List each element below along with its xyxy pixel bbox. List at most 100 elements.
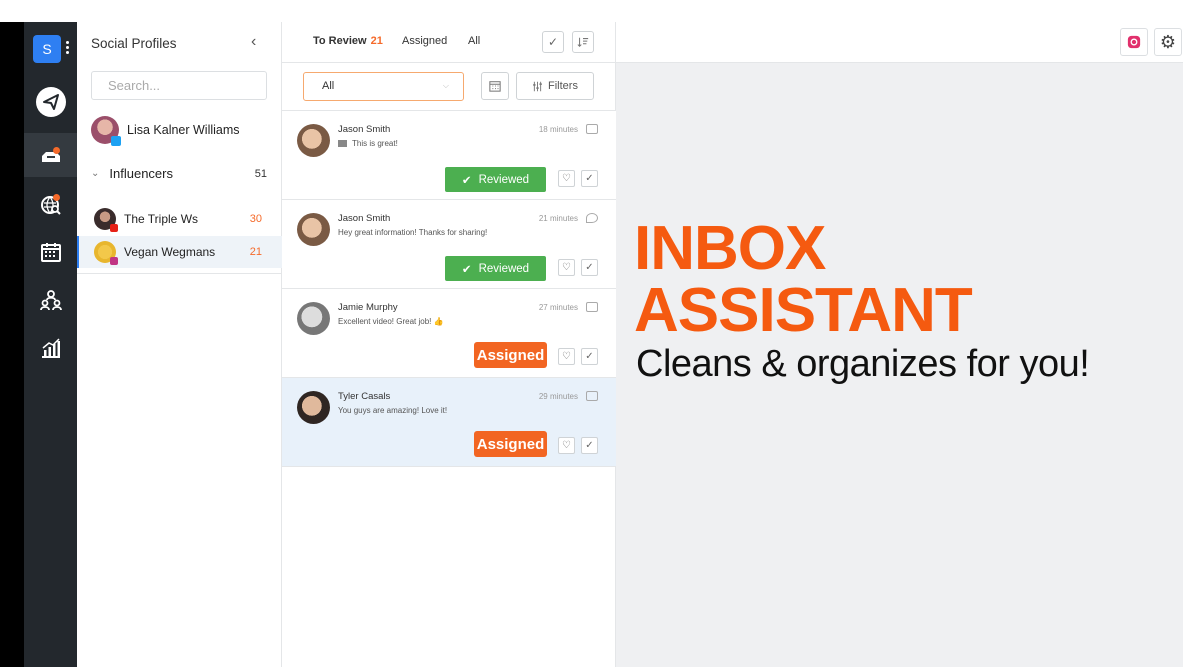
rail-item-inbox[interactable] bbox=[24, 133, 77, 177]
check-icon: ✓ bbox=[585, 173, 594, 184]
rail-item-planner[interactable] bbox=[24, 230, 77, 274]
message-text: This is great! bbox=[338, 139, 398, 148]
collapse-panel-icon[interactable]: ‹ bbox=[251, 33, 256, 51]
message-item[interactable]: Tyler Casals You guys are amazing! Love … bbox=[282, 378, 616, 467]
filters-label: Filters bbox=[548, 80, 578, 92]
top-bar bbox=[0, 0, 1183, 22]
like-button[interactable]: ♡ bbox=[558, 259, 575, 276]
mark-done-button[interactable]: ✓ bbox=[581, 170, 598, 187]
promo-headline-line2: ASSISTANT bbox=[634, 276, 973, 345]
message-body: This is great! bbox=[352, 139, 398, 148]
twitter-icon bbox=[111, 136, 121, 146]
rail-item-publish[interactable] bbox=[24, 80, 77, 124]
profile-the-triple-ws[interactable]: The Triple Ws 30 bbox=[77, 203, 282, 235]
calendar-icon bbox=[40, 243, 61, 262]
reviewed-button[interactable]: ✔ Reviewed bbox=[445, 167, 546, 192]
profile-lisa[interactable]: Lisa Kalner Williams bbox=[77, 114, 282, 146]
inbox-tabs: To Review 21 Assigned All ✓ bbox=[282, 22, 616, 63]
message-author: Jamie Murphy bbox=[338, 302, 398, 313]
assigned-button[interactable]: Assigned bbox=[474, 431, 547, 457]
mark-done-button[interactable]: ✓ bbox=[581, 259, 598, 276]
tab-all[interactable]: All bbox=[468, 35, 480, 47]
message-type-select[interactable]: All ⌵ bbox=[303, 72, 464, 101]
filters-button[interactable]: Filters bbox=[516, 72, 594, 100]
check-icon: ✓ bbox=[585, 351, 594, 362]
mark-done-button[interactable]: ✓ bbox=[581, 437, 598, 454]
select-value: All bbox=[322, 80, 335, 92]
chevron-down-icon: ⌄ bbox=[91, 168, 100, 179]
detail-pane: ⚙ INBOX ASSISTANT Cleans & organizes for… bbox=[616, 22, 1183, 667]
tab-count: 21 bbox=[370, 35, 383, 47]
mark-done-button[interactable]: ✓ bbox=[581, 348, 598, 365]
instagram-icon bbox=[110, 257, 118, 265]
sort-button[interactable] bbox=[572, 31, 594, 53]
message-item[interactable]: Jason Smith This is great! 18 minutes ✔ R… bbox=[282, 111, 616, 200]
status-label: Reviewed bbox=[478, 262, 530, 275]
youtube-icon bbox=[110, 224, 118, 232]
tab-assigned[interactable]: Assigned bbox=[402, 35, 447, 47]
instagram-icon bbox=[1127, 35, 1141, 49]
avatar bbox=[297, 391, 330, 424]
heart-icon: ♡ bbox=[562, 351, 571, 362]
tab-to-review[interactable]: To Review 21 bbox=[313, 35, 383, 47]
avatar bbox=[94, 241, 118, 265]
gear-icon: ⚙ bbox=[1159, 31, 1177, 52]
avatar bbox=[297, 213, 330, 246]
status-label: Reviewed bbox=[478, 173, 530, 186]
check-icon: ✔ bbox=[461, 174, 472, 187]
like-button[interactable]: ♡ bbox=[558, 348, 575, 365]
reviewed-button[interactable]: ✔ Reviewed bbox=[445, 256, 546, 281]
like-button[interactable]: ♡ bbox=[558, 437, 575, 454]
more-menu-icon[interactable] bbox=[66, 41, 69, 55]
message-time: 27 minutes bbox=[538, 303, 578, 312]
message-author: Jason Smith bbox=[338, 213, 391, 224]
message-type-icon bbox=[586, 124, 598, 134]
profile-count: 21 bbox=[249, 246, 262, 258]
check-icon: ✔ bbox=[461, 263, 472, 276]
message-type-icon bbox=[586, 391, 598, 401]
like-button[interactable]: ♡ bbox=[558, 170, 575, 187]
notification-dot bbox=[53, 194, 60, 201]
chevron-down-icon: ⌵ bbox=[442, 81, 449, 90]
avatar bbox=[94, 208, 118, 232]
app-logo[interactable]: S bbox=[33, 35, 61, 63]
settings-button[interactable]: ⚙ bbox=[1154, 28, 1182, 56]
message-item[interactable]: Jason Smith Hey great information! Thank… bbox=[282, 200, 616, 289]
filter-bar: All ⌵ Filters bbox=[282, 63, 616, 111]
comment-icon bbox=[586, 213, 598, 223]
rail-item-assignments[interactable] bbox=[24, 278, 77, 322]
group-name: Influencers bbox=[109, 166, 173, 181]
window-edge bbox=[0, 22, 24, 667]
paper-plane-icon bbox=[35, 87, 66, 117]
heart-icon: ♡ bbox=[562, 262, 571, 273]
notification-dot bbox=[53, 147, 60, 154]
profile-name: The Triple Ws bbox=[124, 212, 199, 226]
promo-headline-line1: INBOX bbox=[634, 214, 826, 283]
check-icon: ✓ bbox=[585, 440, 594, 451]
assigned-button[interactable]: Assigned bbox=[474, 342, 547, 368]
group-influencers[interactable]: ⌄ Influencers 51 bbox=[91, 166, 267, 181]
rail-item-analytics[interactable] bbox=[24, 326, 77, 370]
message-type-icon bbox=[586, 302, 598, 312]
message-text: You guys are amazing! Love it! bbox=[338, 406, 448, 415]
detail-toolbar: ⚙ bbox=[616, 22, 1183, 63]
instagram-button[interactable] bbox=[1120, 28, 1148, 56]
heart-icon: ♡ bbox=[562, 440, 571, 451]
rail-item-streams[interactable] bbox=[24, 183, 77, 227]
message-item[interactable]: Jamie Murphy Excellent video! Great job!… bbox=[282, 289, 616, 378]
sliders-icon bbox=[533, 81, 542, 91]
profile-name: Vegan Wegmans bbox=[124, 245, 216, 259]
divider bbox=[77, 273, 282, 274]
date-range-button[interactable] bbox=[481, 72, 509, 100]
message-author: Tyler Casals bbox=[338, 391, 391, 402]
message-time: 21 minutes bbox=[538, 214, 578, 223]
inbox-icon bbox=[41, 152, 60, 162]
heart-icon: ♡ bbox=[562, 173, 571, 184]
message-time: 29 minutes bbox=[538, 392, 578, 401]
profile-search-input[interactable]: Search... bbox=[91, 71, 267, 100]
avatar bbox=[297, 124, 330, 157]
left-navigation-rail: S bbox=[24, 22, 77, 667]
mark-all-reviewed-button[interactable]: ✓ bbox=[542, 31, 564, 53]
profile-vegan-wegmans[interactable]: Vegan Wegmans 21 bbox=[77, 236, 282, 268]
image-icon bbox=[338, 140, 347, 147]
